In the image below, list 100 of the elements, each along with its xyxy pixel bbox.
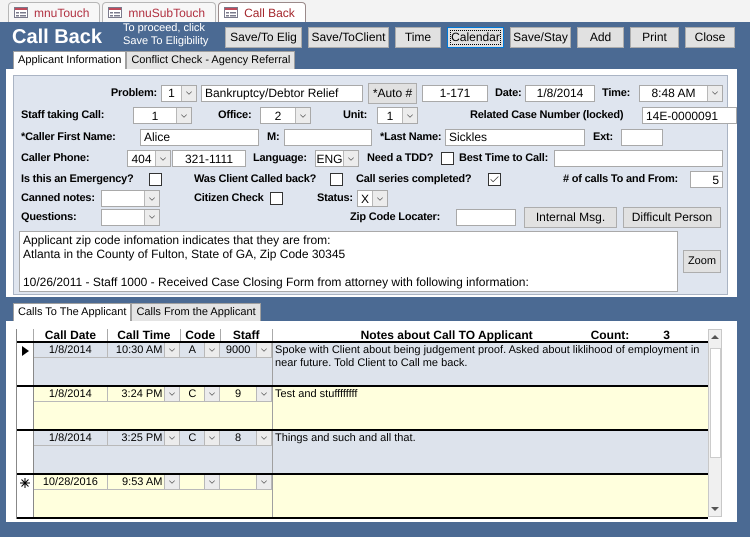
text-field[interactable] bbox=[456, 208, 516, 226]
field-label: Caller Phone: bbox=[21, 151, 90, 166]
grid-cell[interactable]: 1/8/2014 bbox=[34, 431, 108, 446]
document-tab[interactable]: mnuSubTouch bbox=[102, 2, 216, 22]
field-label: Date: bbox=[495, 86, 523, 101]
field-label: *Caller First Name: bbox=[21, 130, 117, 145]
toolbar-button[interactable]: Calendar bbox=[447, 26, 504, 48]
zoom-button[interactable]: Zoom bbox=[683, 250, 721, 273]
grid-cell[interactable]: A bbox=[180, 343, 220, 358]
notes-cell[interactable] bbox=[273, 475, 708, 517]
toolbar-button[interactable]: Save/Stay bbox=[510, 26, 571, 48]
tab[interactable]: Applicant Information bbox=[13, 51, 126, 69]
dropdown[interactable]: 1 bbox=[133, 107, 192, 124]
note-line: Applicant zip code infomation indicates that they are from: bbox=[23, 233, 332, 247]
dropdown[interactable]: 404 bbox=[127, 150, 171, 167]
text-field[interactable]: 1/8/2014 bbox=[525, 84, 595, 102]
field-label: Language: bbox=[253, 151, 308, 166]
checkbox[interactable] bbox=[488, 173, 501, 186]
document-tab[interactable]: mnuTouch bbox=[8, 2, 100, 22]
dropdown[interactable]: 8:48 AM bbox=[639, 84, 723, 102]
text-field[interactable] bbox=[554, 150, 723, 167]
text-field[interactable] bbox=[621, 128, 663, 146]
toolbar-button[interactable]: Close bbox=[685, 26, 735, 48]
field-label: Unit: bbox=[343, 108, 368, 124]
form-icon bbox=[224, 7, 238, 18]
form-button[interactable]: Internal Msg. bbox=[524, 206, 617, 228]
field-label: Ext: bbox=[593, 130, 614, 145]
dropdown[interactable]: ENG bbox=[315, 150, 359, 167]
notes-cell[interactable]: Test and stuffffffff bbox=[273, 387, 708, 429]
field-label: Related Case Number (locked) bbox=[470, 108, 624, 124]
field-label: Citizen Check bbox=[194, 191, 265, 206]
checkbox[interactable] bbox=[149, 173, 162, 186]
grid-cell[interactable]: 10:30 AM bbox=[108, 343, 180, 358]
grid-cell[interactable]: 9:53 AM bbox=[108, 475, 180, 490]
form-icon bbox=[108, 7, 122, 18]
text-field[interactable]: 321-1111 bbox=[172, 150, 246, 167]
grid-cell[interactable]: 1/8/2014 bbox=[34, 387, 108, 402]
checkbox[interactable] bbox=[441, 152, 454, 165]
dropdown[interactable]: 2 bbox=[260, 107, 311, 124]
grid-cell[interactable]: 1/8/2014 bbox=[34, 343, 108, 358]
record-count: 3 bbox=[663, 327, 670, 344]
text-field[interactable]: Alice bbox=[140, 128, 259, 146]
toolbar-button[interactable]: Save/ToClient bbox=[308, 26, 389, 48]
toolbar-button[interactable]: Add bbox=[577, 26, 624, 48]
tab[interactable]: Calls From the Applicant bbox=[131, 303, 261, 321]
field-label: *Last Name: bbox=[380, 130, 442, 145]
grid-cell[interactable] bbox=[180, 475, 220, 490]
document-tab[interactable]: Call Back bbox=[218, 2, 306, 22]
form-button[interactable]: *Auto # bbox=[368, 82, 417, 104]
tab[interactable]: Conflict Check - Agency Referral bbox=[126, 51, 296, 69]
field-label: Questions: bbox=[21, 210, 78, 225]
field-label: Office: bbox=[218, 108, 252, 124]
toolbar-button[interactable]: Print bbox=[630, 26, 679, 48]
hint-text: Save To Eligibility bbox=[123, 35, 210, 48]
dropdown[interactable]: 1 bbox=[377, 107, 418, 124]
field-label: Best Time to Call: bbox=[459, 151, 550, 166]
dropdown[interactable] bbox=[101, 208, 160, 226]
dropdown[interactable]: 1 bbox=[161, 84, 197, 102]
grid-cell[interactable]: 10/28/2016 bbox=[34, 475, 108, 490]
note-line: Atlanta in the County of Fulton, State of GA, Zip Code 30345 bbox=[23, 247, 346, 261]
tab[interactable]: Calls To The Applicant bbox=[13, 303, 132, 321]
grid-cell[interactable]: 9000 bbox=[220, 343, 272, 358]
grid-cell[interactable]: C bbox=[180, 431, 220, 446]
notes-area[interactable] bbox=[19, 231, 678, 292]
column-header: Call Date bbox=[34, 329, 108, 341]
text-field[interactable]: Sickles bbox=[445, 128, 585, 146]
new-record-icon bbox=[20, 478, 30, 488]
field-label: Call series completed? bbox=[356, 172, 472, 188]
field-label: Problem: bbox=[110, 86, 157, 101]
grid-cell[interactable]: C bbox=[180, 387, 220, 402]
grid-cell[interactable]: 8 bbox=[220, 431, 272, 446]
field-label: Was Client Called back? bbox=[194, 172, 318, 188]
toolbar-button[interactable]: Save/To Elig bbox=[225, 26, 302, 48]
notes-cell[interactable]: Spoke with Client about being judgement proof. Asked about liklihood of employment in near future. Told Client to Call me back. bbox=[273, 343, 708, 385]
text-field[interactable] bbox=[284, 128, 372, 146]
column-header: Code bbox=[180, 329, 221, 341]
notes-cell[interactable]: Things and such and all that. bbox=[273, 431, 708, 473]
scrollbar[interactable] bbox=[708, 329, 722, 517]
toolbar-button[interactable]: Time bbox=[395, 26, 441, 48]
checkbox[interactable] bbox=[270, 192, 283, 205]
text-field[interactable]: 1-171 bbox=[422, 84, 488, 102]
grid-cell[interactable]: 3:24 PM bbox=[108, 387, 180, 402]
count-label: Count: bbox=[590, 327, 630, 344]
grid-cell[interactable] bbox=[220, 475, 272, 490]
field-label: Time: bbox=[602, 86, 632, 101]
current-record-icon bbox=[22, 346, 28, 356]
form-button[interactable]: Difficult Person bbox=[623, 206, 721, 228]
field-label: Need a TDD? bbox=[367, 151, 434, 166]
record-selector[interactable] bbox=[17, 475, 34, 517]
field-label: Staff taking Call: bbox=[21, 108, 106, 124]
dropdown[interactable]: X bbox=[357, 190, 388, 207]
field-label: Canned notes: bbox=[21, 191, 96, 206]
field-label: Zip Code Locater: bbox=[350, 210, 442, 225]
field-label: Is this an Emergency? bbox=[21, 172, 135, 188]
text-field[interactable]: 5 bbox=[690, 171, 723, 188]
grid-cell[interactable]: 9 bbox=[220, 387, 272, 402]
text-field[interactable]: Bankruptcy/Debtor Relief bbox=[201, 84, 363, 102]
grid-cell[interactable]: 3:25 PM bbox=[108, 431, 180, 446]
text-field[interactable]: 14E-0000091 bbox=[642, 107, 737, 124]
checkbox[interactable] bbox=[330, 173, 343, 186]
